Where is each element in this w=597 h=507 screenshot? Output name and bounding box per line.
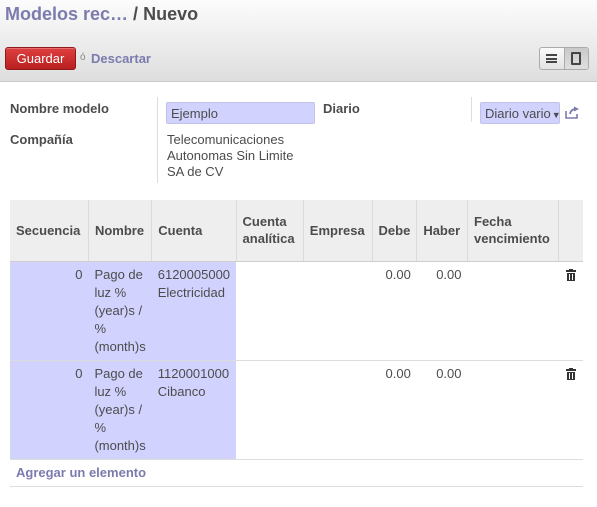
- cell-account-code: 6120005000: [157, 266, 231, 282]
- cell-name-line: Pago de: [94, 266, 143, 282]
- add-line-cell: Agregar un elemento: [10, 459, 583, 487]
- cell-name-line: (month)s: [94, 338, 146, 354]
- field-divider: [471, 97, 472, 122]
- cell-debit[interactable]: 0.00: [372, 261, 417, 361]
- cell-account[interactable]: 1120001000 Cibanco: [151, 360, 237, 460]
- cell-analytic-account[interactable]: [236, 261, 304, 361]
- name-label: Nombre modelo: [10, 101, 109, 116]
- trash-icon: [565, 367, 576, 380]
- journal-select[interactable]: Diario vario▼: [480, 102, 561, 124]
- cell-name-line: luz %: [94, 284, 127, 300]
- column-header-due-date[interactable]: Fecha vencimiento: [467, 200, 559, 262]
- cell-credit[interactable]: 0.00: [416, 261, 468, 361]
- cell-account-code: 1120001000: [157, 365, 230, 381]
- breadcrumb: Modelos rec… / Nuevo: [5, 4, 198, 25]
- or-label: ó: [80, 52, 86, 63]
- chevron-down-icon: ▼: [551, 110, 561, 120]
- cell-name-line: (month)s: [94, 437, 146, 453]
- cell-name[interactable]: Pago de luz % (year)s / % (month)s: [88, 360, 152, 460]
- cell-name-line: %: [94, 419, 106, 435]
- cell-sequence[interactable]: 0: [10, 360, 89, 460]
- column-header-partner[interactable]: Empresa: [302, 200, 373, 262]
- add-line-link[interactable]: Agregar un elemento: [16, 465, 146, 480]
- table-row[interactable]: 0 Pago de luz % (year)s / % (month)s 112…: [10, 360, 583, 460]
- company-line: SA de CV: [167, 164, 224, 179]
- list-view-button[interactable]: [540, 48, 564, 69]
- company-label: Compañía: [10, 132, 73, 147]
- external-link-icon[interactable]: [565, 106, 580, 119]
- company-line: Autonomas Sin Limite: [167, 148, 294, 163]
- control-panel: Modelos rec… / Nuevo Guardar ó Descartar: [0, 0, 597, 82]
- form-view-button[interactable]: [563, 48, 588, 69]
- cell-sequence[interactable]: 0: [10, 261, 89, 361]
- cell-account-name: Electricidad: [157, 284, 225, 300]
- journal-label: Diario: [323, 101, 360, 116]
- table-row[interactable]: 0 Pago de luz % (year)s / % (month)s 612…: [10, 261, 583, 361]
- list-icon: [546, 54, 558, 63]
- cell-account-name: Cibanco: [157, 383, 206, 399]
- delete-row-button[interactable]: [558, 261, 583, 361]
- trash-icon: [565, 268, 576, 281]
- breadcrumb-parent-link[interactable]: Modelos rec…: [5, 4, 128, 24]
- cell-due-date[interactable]: [467, 360, 559, 460]
- cell-account[interactable]: 6120005000 Electricidad: [151, 261, 237, 361]
- column-header-analytic-account[interactable]: Cuenta analítica: [235, 200, 304, 262]
- discard-link[interactable]: Descartar: [91, 51, 151, 66]
- field-divider: [157, 97, 158, 183]
- cell-partner[interactable]: [303, 261, 373, 361]
- cell-partner[interactable]: [303, 360, 373, 460]
- table-header-row: Secuencia Nombre Cuenta Cuenta analítica…: [10, 200, 583, 262]
- company-value[interactable]: Telecomunicaciones Autonomas Sin Limite …: [167, 132, 293, 180]
- cell-debit[interactable]: 0.00: [372, 360, 417, 460]
- cell-name-line: (year)s /: [94, 302, 143, 318]
- cell-credit[interactable]: 0.00: [416, 360, 468, 460]
- column-header-actions: [558, 200, 583, 262]
- cell-analytic-account[interactable]: [236, 360, 304, 460]
- column-header-sequence[interactable]: Secuencia: [10, 200, 89, 262]
- delete-row-button[interactable]: [558, 360, 583, 460]
- cell-name-line: %: [94, 320, 106, 336]
- cell-name-line: Pago de: [94, 365, 143, 381]
- cell-name-line: (year)s /: [94, 401, 143, 417]
- column-header-credit[interactable]: Haber: [416, 200, 468, 262]
- save-button[interactable]: Guardar: [5, 47, 76, 70]
- form-sheet: Nombre modelo Compañía Diario: [0, 82, 597, 202]
- cell-name-line: luz %: [94, 383, 127, 399]
- breadcrumb-current: Nuevo: [143, 4, 199, 24]
- form-icon: [571, 52, 582, 65]
- add-line-row: Agregar un elemento: [10, 459, 583, 487]
- journal-value: Diario vario: [485, 106, 551, 121]
- cell-name[interactable]: Pago de luz % (year)s / % (month)s: [88, 261, 152, 361]
- company-line: Telecomunicaciones: [167, 132, 285, 147]
- view-switcher: [539, 47, 589, 70]
- lines-table: Secuencia Nombre Cuenta Cuenta analítica…: [10, 200, 583, 487]
- column-header-debit[interactable]: Debe: [371, 200, 417, 262]
- model-name-input[interactable]: [166, 102, 315, 124]
- cell-due-date[interactable]: [467, 261, 559, 361]
- column-header-account[interactable]: Cuenta: [151, 200, 237, 262]
- breadcrumb-separator: /: [133, 4, 139, 24]
- column-header-name[interactable]: Nombre: [87, 200, 152, 262]
